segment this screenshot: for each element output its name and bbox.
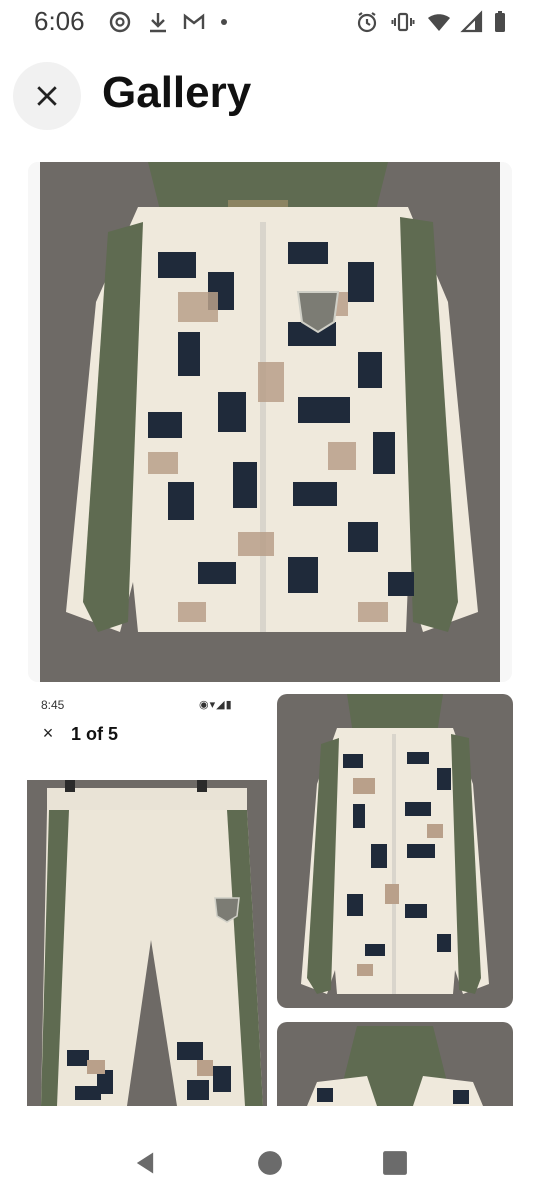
- inner-status-icons: ◉▾◢▮: [199, 699, 233, 711]
- navigation-bar: [0, 1124, 540, 1200]
- close-button[interactable]: [13, 62, 81, 130]
- close-icon: [37, 86, 57, 106]
- download-icon: [146, 10, 170, 34]
- inner-close-icon: ×: [42, 723, 54, 743]
- vibrate-icon: [391, 10, 415, 34]
- alarm-icon: [355, 10, 379, 34]
- gallery-image-jacket-thumb[interactable]: [277, 694, 513, 1008]
- gallery-image-hood-thumb[interactable]: [277, 1022, 513, 1106]
- home-button[interactable]: [253, 1146, 287, 1180]
- threads-icon: [108, 10, 132, 34]
- back-button[interactable]: [128, 1146, 162, 1180]
- status-bar: 6:06: [0, 0, 540, 44]
- app-bar: Gallery: [0, 56, 540, 136]
- status-time: 6:06: [34, 6, 85, 36]
- page-title: Gallery: [102, 68, 252, 117]
- gallery-image-screenshot[interactable]: 8:45 ◉▾◢▮ × 1 of 5: [27, 688, 267, 1106]
- inner-image-counter: 1 of 5: [71, 724, 119, 744]
- inner-status-time: 8:45: [41, 698, 65, 712]
- back-icon: [136, 1152, 154, 1174]
- home-icon: [258, 1151, 282, 1175]
- pants-photo: [27, 780, 267, 1106]
- recents-button[interactable]: [378, 1146, 412, 1180]
- recents-icon: [383, 1151, 407, 1175]
- signal-icon: [460, 10, 484, 34]
- gallery-image-main[interactable]: [28, 162, 512, 682]
- gmail-icon: [182, 10, 206, 34]
- battery-icon: [488, 10, 512, 34]
- dot-icon: [212, 10, 236, 34]
- wifi-icon: [427, 10, 451, 34]
